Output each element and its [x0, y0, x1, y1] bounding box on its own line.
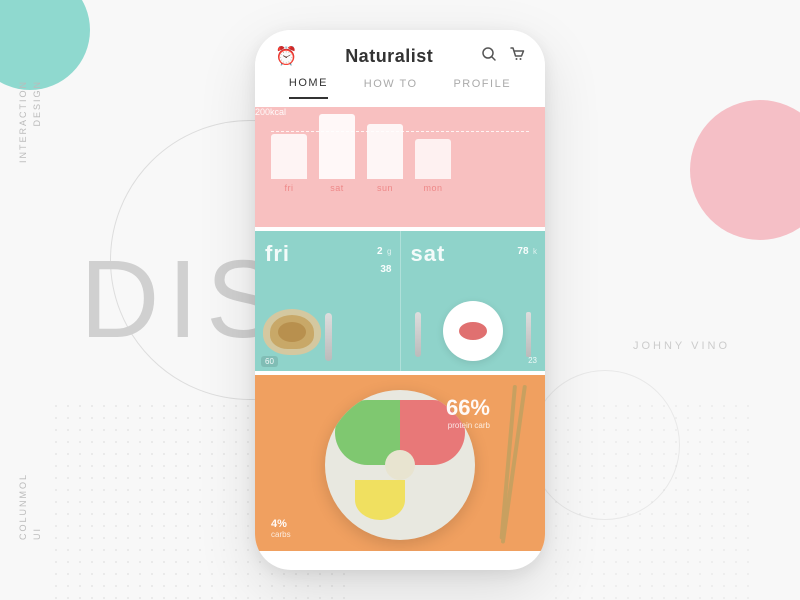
- orange-carbs-value: 4%: [271, 518, 291, 530]
- bar-label-mon: mon: [423, 183, 442, 193]
- vertical-label-ui: UI: [32, 527, 42, 540]
- teal-circle-decoration: [0, 0, 90, 90]
- johny-vino-label: JOHNY VINO: [633, 340, 730, 352]
- sat-stats: 78 k: [517, 241, 537, 259]
- bowl-fill: [270, 315, 314, 349]
- header-left: ⏰: [275, 46, 297, 67]
- calorie-chart-card: 200kcal fri sat sun: [255, 107, 545, 227]
- bar-label-sat: sat: [330, 183, 344, 193]
- vertical-label-colunmol: COLUNMOL: [18, 473, 28, 540]
- bar-label-sun: sun: [377, 183, 393, 193]
- fri-stat3: 60: [261, 356, 278, 367]
- chart-bar-fri: fri: [271, 134, 307, 193]
- bar-mon: [415, 139, 451, 179]
- chart-bar-sun: sun: [367, 124, 403, 193]
- knife-icon: [526, 312, 531, 357]
- sat-card: sat 78 k 23: [400, 231, 546, 371]
- bar-label-fri: fri: [285, 183, 294, 193]
- chart-bar-mon: mon: [415, 139, 451, 193]
- bar-sun: [367, 124, 403, 179]
- sat-plate: [443, 301, 503, 361]
- search-icon[interactable]: [481, 46, 497, 67]
- chart-bar-sat: sat: [319, 114, 355, 193]
- chart-dashed-line: [271, 131, 529, 132]
- app-header: ⏰ Naturalist: [255, 30, 545, 67]
- vertical-label-interaction: INTERACTION: [18, 80, 28, 163]
- pink-circle-decoration: [690, 100, 800, 240]
- food-day-row: fri 2 g 38: [255, 231, 545, 371]
- header-right: [481, 46, 525, 67]
- fork-icon: [415, 312, 421, 357]
- spoon: [325, 313, 332, 361]
- fri-day-label: fri: [265, 241, 390, 267]
- bar-sat: [319, 114, 355, 179]
- dot-pattern-right: [550, 400, 750, 600]
- cart-icon[interactable]: [509, 46, 525, 67]
- plate-yellow-section: [355, 480, 405, 520]
- orange-left-stats: 4% carbs: [271, 518, 291, 539]
- bowl-content: [278, 322, 306, 342]
- navigation-tabs: HOME HOW TO PROFILE: [255, 67, 545, 99]
- tab-profile[interactable]: PROFILE: [453, 78, 511, 98]
- phone-content: 200kcal fri sat sun: [255, 99, 545, 551]
- sat-bottom-right: 23: [528, 356, 537, 365]
- fri-bottom-stats: 60: [261, 356, 278, 367]
- vertical-label-design: DESIGN: [32, 80, 42, 127]
- orange-bowl-card: 4% carbs 66% protein carb: [255, 375, 545, 551]
- fri-bowl: [263, 309, 321, 355]
- sat-stat1-value: 78: [517, 246, 528, 257]
- tab-home[interactable]: HOME: [289, 77, 328, 99]
- plate-center: [385, 450, 415, 480]
- fri-stat1-unit: g: [387, 247, 391, 256]
- phone-mockup: ⏰ Naturalist HOME HOW TO PROFILE: [255, 30, 545, 570]
- fri-stat1-value: 2: [377, 246, 383, 257]
- orange-protein-value: 66%: [446, 395, 490, 421]
- bar-fri: [271, 134, 307, 179]
- orange-protein-label: protein carb: [446, 421, 490, 430]
- sat-stat1-unit: k: [533, 247, 537, 256]
- app-title: Naturalist: [345, 46, 433, 67]
- calorie-label: 200kcal: [255, 107, 286, 117]
- fri-stat2-value: 38: [380, 264, 391, 275]
- plate-food: [459, 322, 487, 340]
- sat-day-label: sat: [411, 241, 536, 267]
- orange-right-stats: 66% protein carb: [446, 395, 490, 430]
- fri-stats: 2 g 38: [377, 241, 391, 277]
- clock-icon: ⏰: [275, 46, 297, 66]
- chart-bars: fri sat sun mon: [271, 123, 529, 193]
- tab-howto[interactable]: HOW TO: [364, 78, 418, 98]
- orange-carbs-label: carbs: [271, 530, 291, 539]
- fri-card: fri 2 g 38: [255, 231, 400, 371]
